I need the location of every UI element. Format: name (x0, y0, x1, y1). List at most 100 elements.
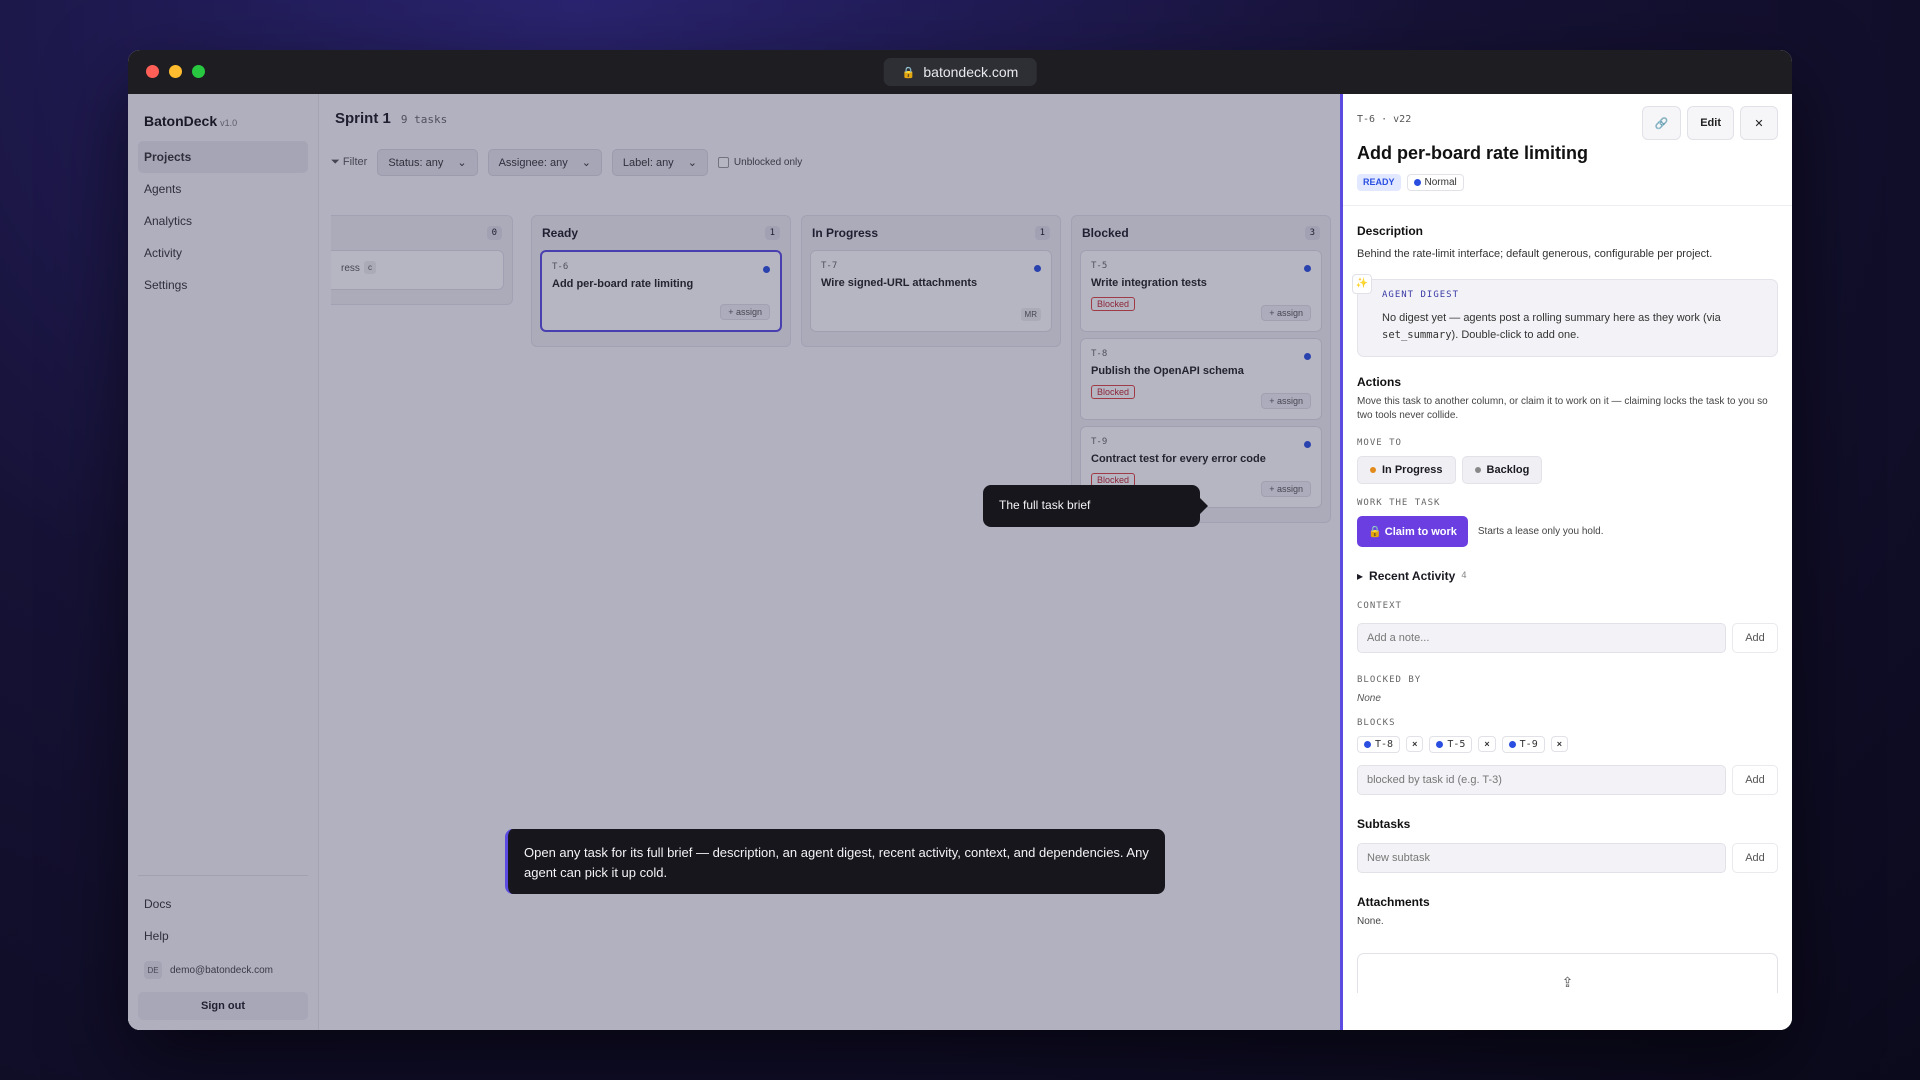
upload-icon: ⇪ (1561, 974, 1574, 991)
status-dot-icon (1436, 740, 1444, 748)
blocked-badge: Blocked (1091, 297, 1136, 311)
maximize-window-icon[interactable] (192, 65, 205, 78)
block-tag[interactable]: T-9 (1501, 735, 1545, 753)
remove-block-button[interactable]: × (1406, 736, 1424, 753)
status-dot-icon (1370, 466, 1376, 473)
brand: BatonDeck v1.0 (144, 113, 238, 129)
claim-hint: Starts a lease only you hold. (1477, 525, 1604, 537)
close-panel-button[interactable]: ✕ (1740, 106, 1778, 140)
sidebar-item-activity[interactable]: Activity (138, 237, 308, 269)
column-count: 3 (1304, 226, 1320, 240)
task-card[interactable]: ress c (331, 250, 504, 290)
task-title: Add per-board rate limiting (1357, 143, 1589, 163)
assignee-avatar: MR (1020, 308, 1041, 321)
status-filter[interactable]: Status: any ⌄ (377, 149, 478, 176)
copy-link-button[interactable]: 🔗 (1641, 106, 1682, 140)
board-header: Sprint 1 9 tasks (319, 94, 1340, 135)
sprint-title: Sprint 1 (335, 110, 391, 127)
label-filter[interactable]: Label: any ⌄ (611, 149, 708, 176)
blocked-by-row: blocked by task id (e.g. T-3) Add (1357, 764, 1778, 795)
move-in-progress-button[interactable]: In Progress (1357, 455, 1456, 484)
edit-button[interactable]: Edit (1687, 106, 1734, 140)
sidebar-footer: Docs Help DE demo@batondeck.com Sign out (138, 875, 308, 1020)
sign-out-button[interactable]: Sign out (138, 992, 308, 1020)
upload-dropzone[interactable]: ⇪ (1357, 953, 1778, 994)
blocked-by-label: BLOCKED BY (1357, 674, 1422, 685)
sparkle-icon: ✨ (1352, 273, 1372, 294)
filter-label: ⏷ Filter (331, 156, 368, 168)
assign-button[interactable]: + assign (720, 304, 770, 320)
version-label: v1.0 (220, 118, 238, 128)
lock-icon: 🔒 (901, 66, 916, 79)
agent-digest[interactable]: ✨ AGENT DIGEST No digest yet — agents po… (1352, 273, 1778, 357)
column-count: 1 (1034, 226, 1050, 240)
assign-button[interactable]: + assign (1261, 305, 1311, 321)
remove-block-button[interactable]: × (1478, 736, 1496, 753)
checkbox[interactable] (717, 157, 729, 168)
assign-button[interactable]: + assign (1261, 393, 1311, 409)
task-card-t7[interactable]: T-7 Wire signed-URL attachments MR (810, 250, 1052, 332)
remove-block-button[interactable]: × (1550, 736, 1568, 753)
sidebar-item-docs[interactable]: Docs (138, 888, 308, 920)
add-note-button[interactable]: Add (1732, 622, 1778, 653)
move-to-label: MOVE TO (1357, 437, 1402, 448)
claim-to-work-button[interactable]: 🔒 Claim to work (1357, 515, 1468, 547)
add-blocker-button[interactable]: Add (1732, 764, 1778, 795)
digest-label: AGENT DIGEST (1382, 289, 1460, 300)
sidebar-item-settings[interactable]: Settings (138, 269, 308, 301)
url-text: batondeck.com (923, 64, 1019, 80)
subtask-input[interactable]: New subtask (1357, 842, 1726, 873)
close-window-icon[interactable] (146, 65, 159, 78)
lock-icon: 🔒 (1368, 525, 1382, 538)
sidebar-item-help[interactable]: Help (138, 920, 308, 952)
description-text: Behind the rate-limit interface; default… (1357, 248, 1713, 260)
priority-dot-icon (1304, 353, 1311, 360)
link-icon: 🔗 (1654, 117, 1669, 130)
panel-header: T-6 · v22 🔗 Edit ✕ Add per-board rate li… (1343, 94, 1792, 206)
status-dot-icon (1508, 740, 1516, 748)
title-bar: 🔒 batondeck.com (128, 50, 1792, 94)
blocks-label: BLOCKS (1357, 717, 1396, 728)
priority-dot-icon (763, 266, 770, 273)
sidebar-item-agents[interactable]: Agents (138, 173, 308, 205)
filter-icon: ⏷ (331, 156, 340, 168)
chevron-down-icon: ⌄ (581, 157, 591, 169)
block-tag[interactable]: T-5 (1429, 735, 1473, 753)
column-title: Ready (542, 226, 579, 240)
filter-bar: ⏷ Filter Status: any ⌄ Assignee: any ⌄ Lab… (319, 135, 1340, 190)
subtask-row: New subtask Add (1357, 842, 1778, 873)
sidebar-item-projects[interactable]: Projects (138, 141, 308, 173)
user-info: DE demo@batondeck.com (138, 952, 308, 988)
onboarding-tooltip: Open any task for its full brief — descr… (505, 829, 1165, 894)
sidebar: BatonDeck v1.0 Projects Agents Analytics … (128, 94, 319, 1030)
address-bar[interactable]: 🔒 batondeck.com (883, 58, 1037, 86)
blocks-list: T-8 × T-5 × T-9 × (1357, 735, 1778, 753)
recent-activity-toggle[interactable]: ▸ Recent Activity 4 (1357, 569, 1778, 583)
actions-text: Move this task to another column, or cla… (1357, 395, 1768, 422)
context-label: CONTEXT (1357, 600, 1402, 611)
unblocked-only-toggle[interactable]: Unblocked only (717, 157, 802, 168)
chevron-down-icon: ⌄ (687, 157, 697, 169)
move-backlog-button[interactable]: Backlog (1461, 455, 1543, 484)
assign-button[interactable]: + assign (1261, 481, 1311, 497)
note-input[interactable]: Add a note... (1357, 622, 1726, 653)
task-card-t5[interactable]: T-5 Write integration tests Blocked + as… (1080, 250, 1322, 332)
task-card-t8[interactable]: T-8 Publish the OpenAPI schema Blocked +… (1080, 338, 1322, 420)
panel-actions: 🔗 Edit ✕ (1641, 106, 1778, 140)
priority-badge: Normal (1406, 174, 1464, 191)
assignee-filter[interactable]: Assignee: any ⌄ (487, 149, 602, 176)
actions-heading: Actions (1357, 374, 1402, 389)
task-card-t6[interactable]: T-6 Add per-board rate limiting + assign (540, 250, 782, 332)
minimize-window-icon[interactable] (169, 65, 182, 78)
blocked-by-input[interactable]: blocked by task id (e.g. T-3) (1357, 764, 1726, 795)
column-count: 1 (764, 226, 780, 240)
chevron-down-icon: ⌄ (457, 157, 467, 169)
sidebar-item-analytics[interactable]: Analytics (138, 205, 308, 237)
work-label: WORK THE TASK (1357, 497, 1441, 508)
add-subtask-button[interactable]: Add (1732, 842, 1778, 873)
attachments-heading: Attachments (1357, 894, 1430, 909)
block-tag[interactable]: T-8 (1357, 735, 1401, 753)
status-badge: READY (1357, 174, 1401, 191)
caret-right-icon: ▸ (1357, 568, 1364, 583)
priority-dot-icon (1304, 265, 1311, 272)
